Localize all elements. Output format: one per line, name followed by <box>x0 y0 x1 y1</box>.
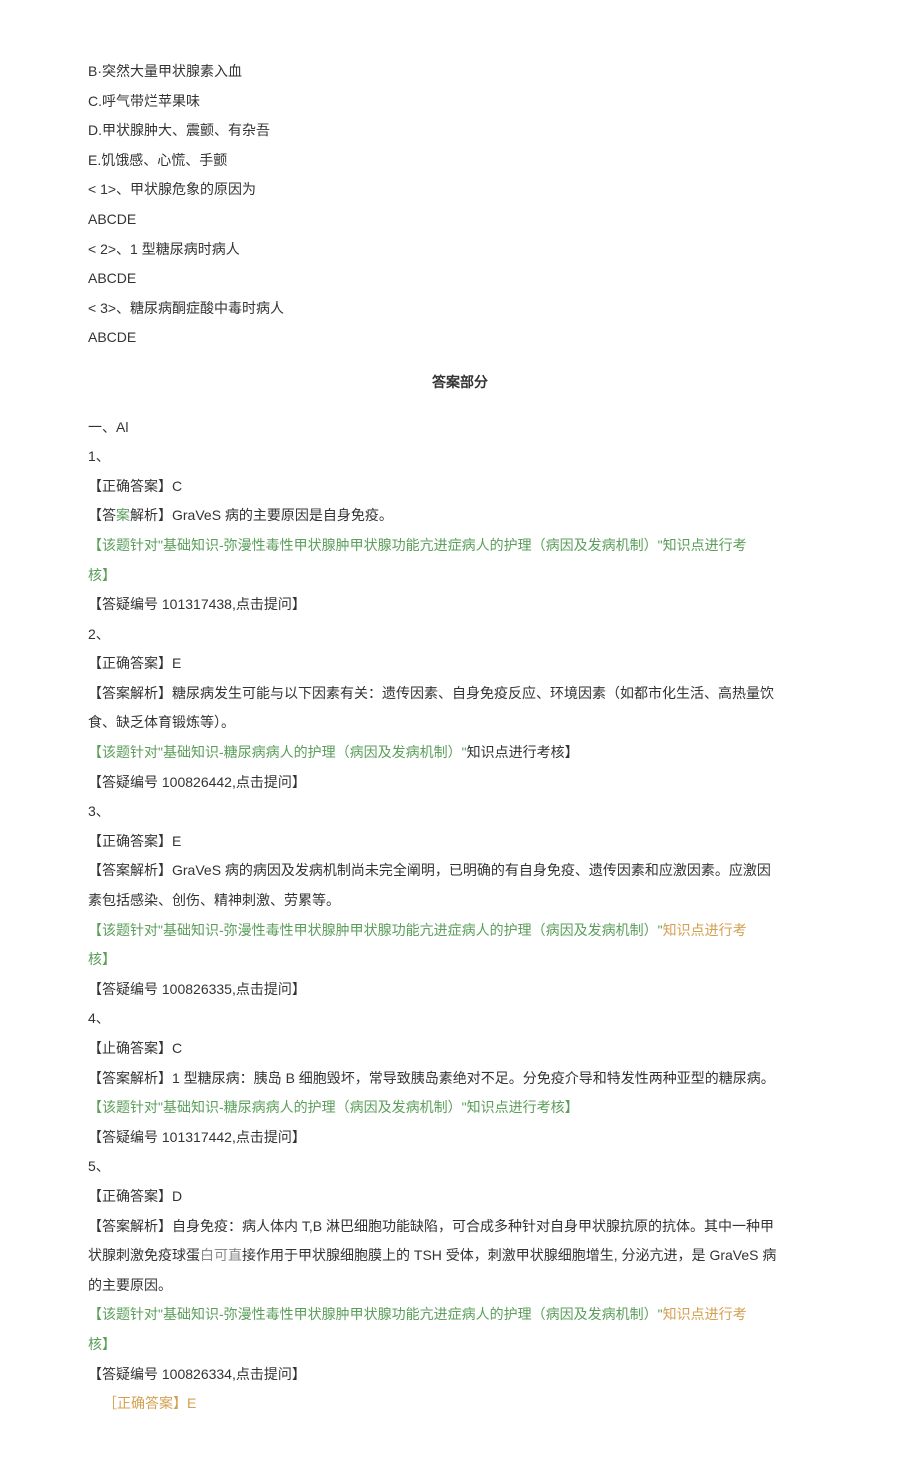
answer-4-num: 4、 <box>88 1005 832 1032</box>
topic-black: 知识点进行考核】 <box>467 744 579 760</box>
answer-3-topic-2: 核】 <box>88 946 832 973</box>
subquestion-3: < 3>、糖尿病酮症酸中毒时病人 <box>88 295 832 322</box>
answer-2-analysis-1: 【答案解析】糖尿病发生可能与以下因素有关：遗传因素、自身免疫反应、环境因素（如都… <box>88 680 832 707</box>
answer-3-num: 3、 <box>88 798 832 825</box>
topic-green: 【该题针对"基础知识-糖尿病病人的护理（病因及发病机制）" <box>88 744 467 760</box>
topic-orange: 知识点进行考 <box>663 922 747 938</box>
topic-orange: 知识点进行考 <box>663 1306 747 1322</box>
subquestion-3-answer: ABCDE <box>88 324 832 351</box>
answer-4-correct: 【止确答案】C <box>88 1035 832 1062</box>
analysis-prefix: 【答 <box>88 507 116 523</box>
answer-5-correct: 【正确答案】D <box>88 1183 832 1210</box>
answer-5-topic-2: 核】 <box>88 1331 832 1358</box>
answer-1-qid: 【答疑编号 101317438,点击提问】 <box>88 591 832 618</box>
section-label: 一、Al <box>88 414 832 441</box>
answers-section-title: 答案部分 <box>88 369 832 396</box>
answer-5-analysis-2: 状腺刺激免疫球蛋白可直接作用于甲状腺细胞膜上的 TSH 受体，刺激甲状腺细胞增生… <box>88 1242 832 1269</box>
subquestion-1-answer: ABCDE <box>88 206 832 233</box>
answer-5-qid: 【答疑编号 100826334,点击提问】 <box>88 1361 832 1388</box>
answer-2-correct: 【正确答案】E <box>88 650 832 677</box>
option-b: B·突然大量甲状腺素入血 <box>88 58 832 85</box>
answer-1-correct: 【正确答案】C <box>88 473 832 500</box>
answer-3-topic-1: 【该题针对"基础知识-弥漫性毒性甲状腺肿甲状腺功能亢进症病人的护理（病因及发病机… <box>88 917 832 944</box>
answer-3-qid: 【答疑编号 100826335,点击提问】 <box>88 976 832 1003</box>
answer-2-num: 2、 <box>88 621 832 648</box>
analysis-highlight: 案 <box>116 507 130 523</box>
answer-1-num: 1、 <box>88 443 832 470</box>
subquestion-2: < 2>、1 型糖尿病时病人 <box>88 236 832 263</box>
answer-3-analysis-2: 素包括感染、创伤、精神刺激、劳累等。 <box>88 887 832 914</box>
analysis-2a: 状腺刺激免疫球蛋 <box>88 1247 200 1263</box>
subquestion-1: < 1>、甲状腺危象的原因为 <box>88 176 832 203</box>
answer-5-num: 5、 <box>88 1153 832 1180</box>
topic-green: 【该题针对"基础知识-弥漫性毒性甲状腺肿甲状腺功能亢进症病人的护理（病因及发病机… <box>88 1306 663 1322</box>
answer-3-correct: 【正确答案】E <box>88 828 832 855</box>
subquestion-2-answer: ABCDE <box>88 265 832 292</box>
answer-1-analysis: 【答案解析】GraVeS 病的主要原因是自身免疫。 <box>88 502 832 529</box>
analysis-rest: 解析】GraVeS 病的主要原因是自身免疫。 <box>130 507 393 523</box>
answer-2-qid: 【答疑编号 100826442,点击提问】 <box>88 769 832 796</box>
answer-3-analysis-1: 【答案解析】GraVeS 病的病因及发病机制尚未完全阐明，已明确的有自身免疫、遗… <box>88 857 832 884</box>
answer-2-topic: 【该题针对"基础知识-糖尿病病人的护理（病因及发病机制）"知识点进行考核】 <box>88 739 832 766</box>
answer-2-analysis-2: 食、缺乏体育锻炼等）。 <box>88 709 832 736</box>
answer-5-analysis-3: 的主要原因。 <box>88 1272 832 1299</box>
answer-5-topic-1: 【该题针对"基础知识-弥漫性毒性甲状腺肿甲状腺功能亢进症病人的护理（病因及发病机… <box>88 1301 832 1328</box>
topic-green: 【该题针对"基础知识-弥漫性毒性甲状腺肿甲状腺功能亢进症病人的护理（病因及发病机… <box>88 922 663 938</box>
option-c: C.呼气带烂苹果味 <box>88 88 832 115</box>
answer-4-topic: 【该题针对"基础知识-糖尿病病人的护理（病因及发病机制）"知识点进行考核】 <box>88 1094 832 1121</box>
answer-4-qid: 【答疑编号 101317442,点击提问】 <box>88 1124 832 1151</box>
option-d: D.甲状腺肿大、震颤、有杂吾 <box>88 117 832 144</box>
answer-1-topic-1: 【该题针对"基础知识-弥漫性毒性甲状腺肿甲状腺功能亢进症病人的护理（病因及发病机… <box>88 532 832 559</box>
answer-1-topic-2: 核】 <box>88 562 832 589</box>
option-e: E.饥饿感、心慌、手颤 <box>88 147 832 174</box>
answer-5-analysis-1: 【答案解析】自身免疫：病人体内 T,B 淋巴细胞功能缺陷，可合成多种针对自身甲状… <box>88 1213 832 1240</box>
last-correct-answer: ［正确答案】E <box>88 1390 832 1417</box>
analysis-2b: 接作用于甲状腺细胞膜上的 TSH 受体，刺激甲状腺细胞增生, 分泌亢进，是 Gr… <box>242 1247 776 1263</box>
answer-4-analysis: 【答案解析】1 型糖尿病：胰岛 B 细胞毁坏，常导致胰岛素绝对不足。分免疫介导和… <box>88 1065 832 1092</box>
analysis-2-gray: 白可直 <box>200 1247 242 1263</box>
